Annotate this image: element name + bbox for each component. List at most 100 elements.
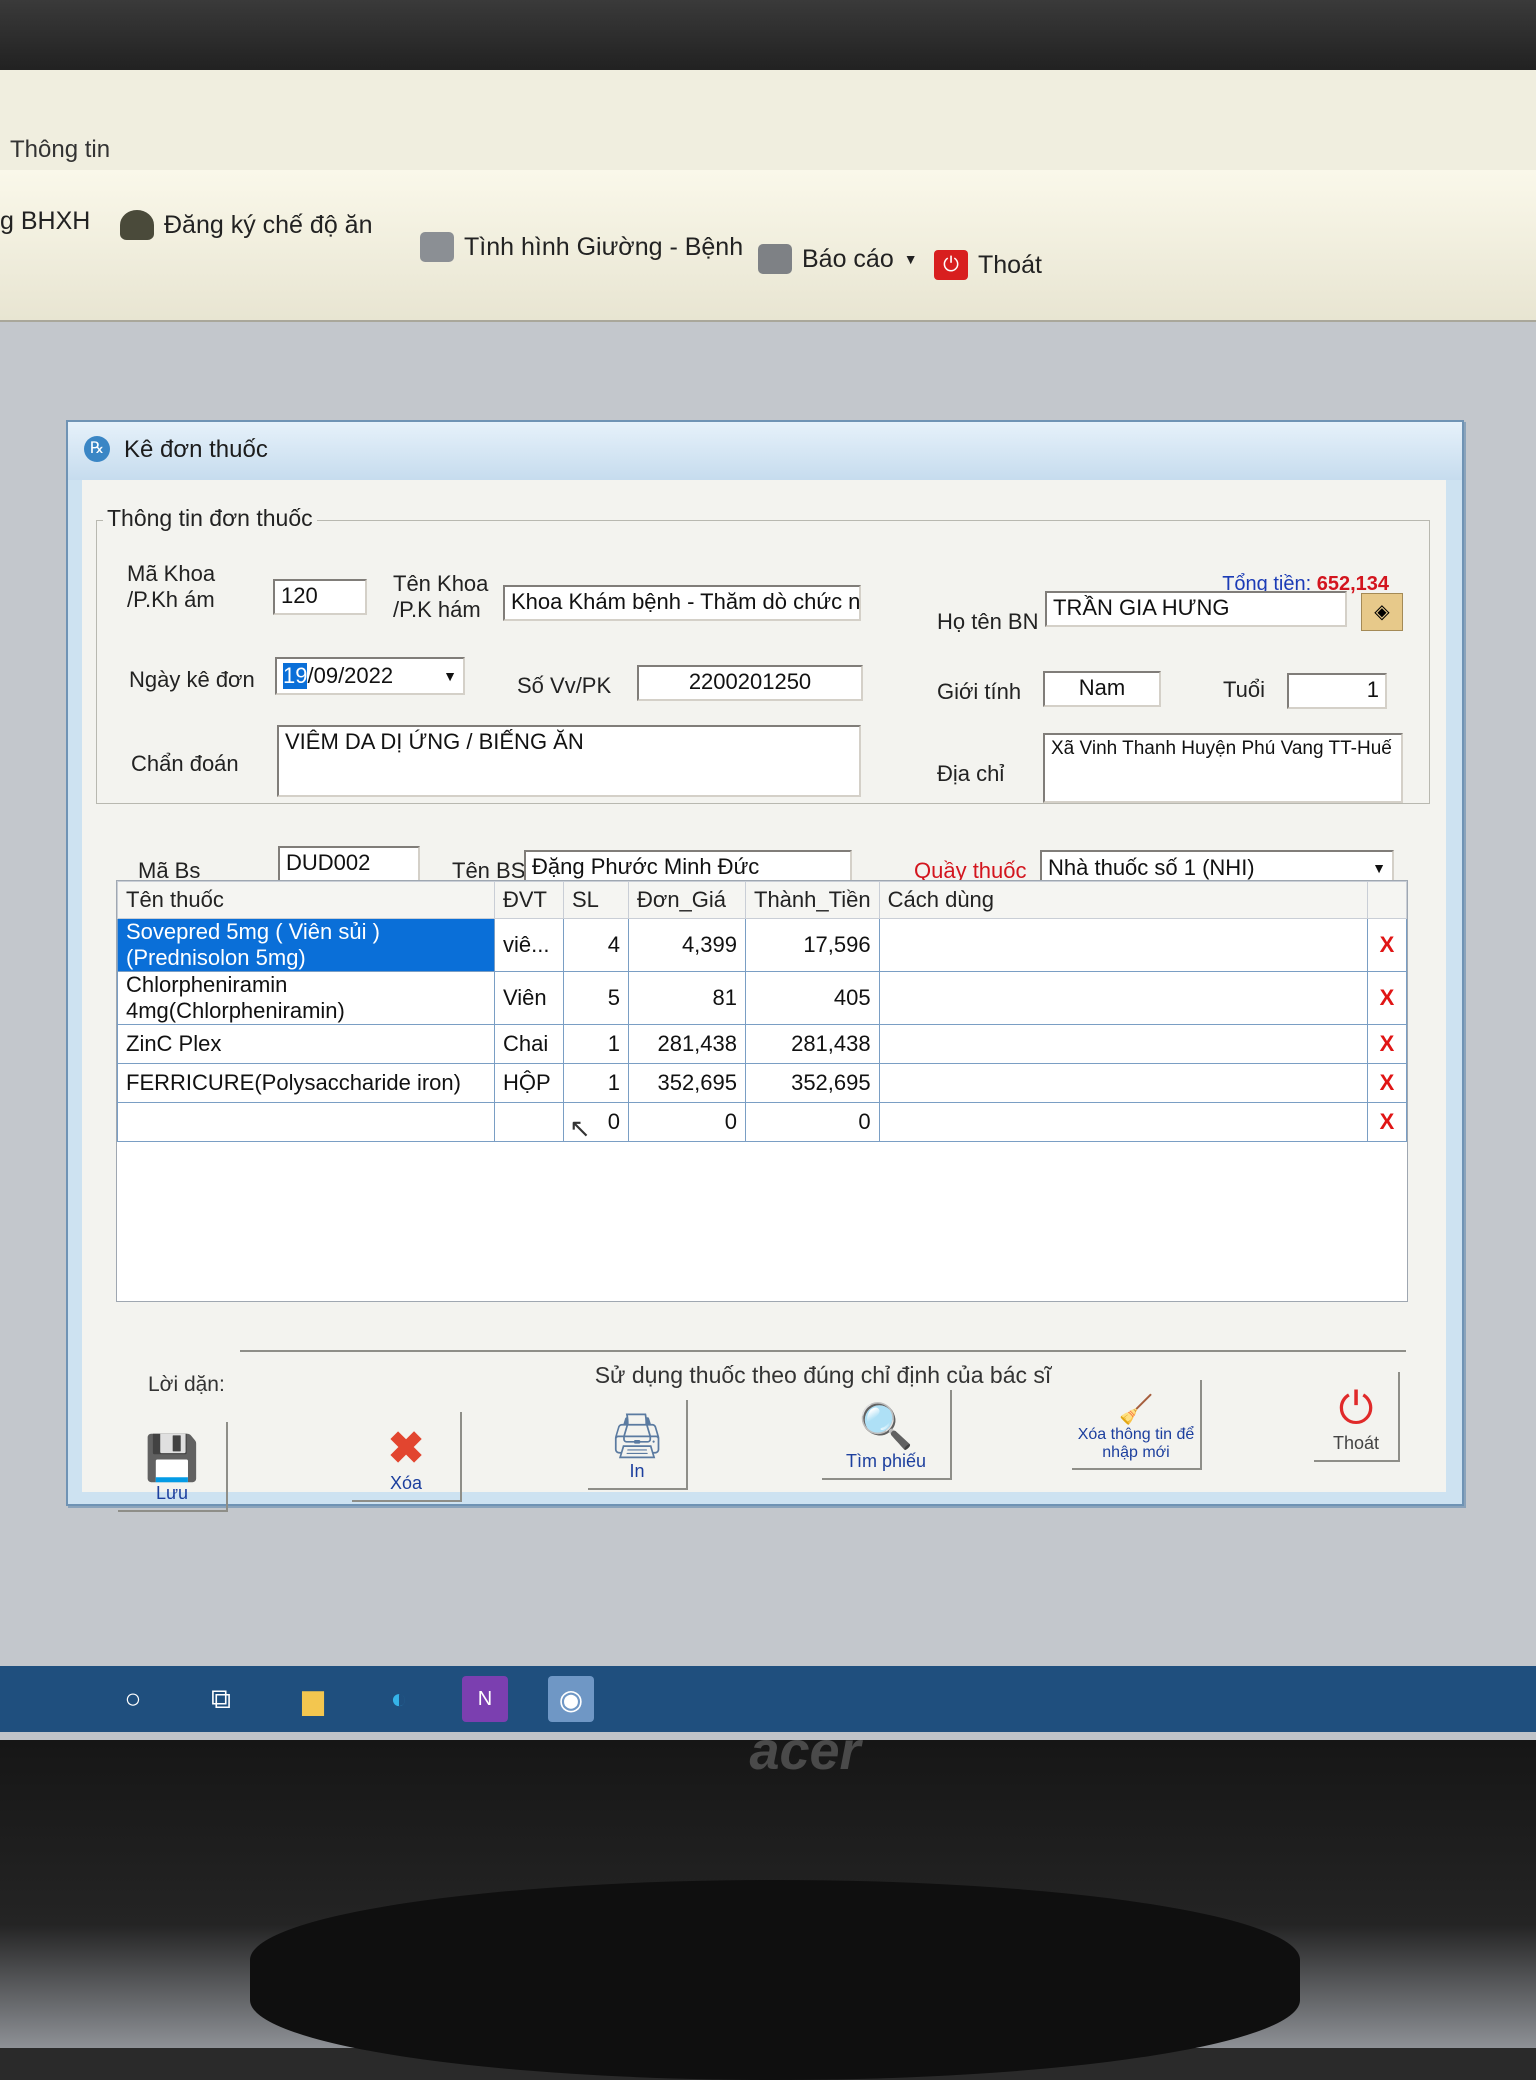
in-button[interactable]: 🖨 In (588, 1400, 688, 1490)
edge-browser-icon[interactable]: ◐ (376, 1676, 422, 1722)
cell-don-gia[interactable]: 4,399 (628, 918, 746, 972)
toolbar-thoat[interactable]: ⏻ Thoát (934, 240, 1042, 290)
xoa-button[interactable]: ✖ Xóa (352, 1412, 462, 1502)
monitor-stand (250, 1880, 1300, 2080)
cell-ten-thuoc[interactable]: Sovepred 5mg ( Viên sủi )(Prednisolon 5m… (117, 918, 495, 972)
toolbar-bao-cao[interactable]: Báo cáo ▼ (758, 234, 918, 284)
dia-chi-field[interactable]: Xã Vinh Thanh Huyện Phú Vang TT-Huế (1043, 733, 1403, 803)
calendar-dropdown-icon[interactable]: ▼ (443, 668, 457, 684)
power-icon: ⏻ (934, 250, 968, 280)
task-view-icon[interactable]: ⧉ (198, 1676, 244, 1722)
report-icon (758, 244, 792, 274)
luu-button[interactable]: 💾 Lưu (118, 1422, 228, 1512)
cell-dvt[interactable]: viê... (494, 918, 564, 972)
cell-sl[interactable]: 4 (563, 918, 629, 972)
delete-row-icon[interactable]: X (1367, 918, 1407, 972)
toolbar-tinh-hinh-giuong[interactable]: Tình hình Giường - Bệnh (420, 222, 743, 272)
hospital-app-icon[interactable]: ◉ (548, 1676, 594, 1722)
col-ten-thuoc[interactable]: Tên thuốc (117, 881, 495, 919)
power-icon: ⏻ (1338, 1384, 1374, 1433)
dialog-titlebar[interactable]: ℞ Kê đơn thuốc (68, 422, 1462, 480)
cell-cach-dung[interactable] (878, 1024, 1369, 1064)
table-row-new[interactable]: 0 0 0 X (117, 1102, 1407, 1142)
thoat-label: Thoát (1332, 1433, 1380, 1453)
col-sl[interactable]: SL (563, 881, 629, 919)
cell-ten-thuoc[interactable]: Chlorpheniramin 4mg(Chlorpheniramin) (117, 971, 495, 1025)
cell-cach-dung[interactable] (878, 918, 1369, 972)
cell-thanh-tien[interactable]: 281,438 (745, 1024, 880, 1064)
search-icon: 🔍 (858, 1402, 914, 1451)
table-row[interactable]: FERRICURE(Polysaccharide iron) HỘP 1 352… (117, 1063, 1407, 1103)
ma-khoa-field[interactable]: 120 (273, 579, 367, 615)
xoa-thong-tin-button[interactable]: 🧹 Xóa thông tin để nhập mới (1072, 1380, 1202, 1470)
food-icon (120, 210, 154, 240)
menu-thong-tin[interactable]: Thông tin (10, 136, 110, 164)
cortana-search-icon[interactable]: ○ (110, 1676, 156, 1722)
cell-thanh-tien[interactable]: 0 (745, 1102, 880, 1142)
delete-row-icon[interactable]: X (1367, 1024, 1407, 1064)
delete-row-icon[interactable]: X (1367, 1102, 1407, 1142)
patient-lookup-icon[interactable]: ◈ (1361, 593, 1403, 631)
delete-row-icon[interactable]: X (1367, 1063, 1407, 1103)
cell-dvt[interactable]: HỘP (494, 1063, 564, 1103)
mouse-cursor-icon: ↖ (569, 1113, 591, 1143)
col-thanh-tien[interactable]: Thành_Tiền (745, 881, 880, 919)
cell-sl[interactable]: 1 (563, 1063, 629, 1103)
cell-don-gia[interactable]: 352,695 (628, 1063, 746, 1103)
cell-thanh-tien[interactable]: 17,596 (745, 918, 880, 972)
cell-ten-thuoc[interactable]: ZinC Plex (117, 1024, 495, 1064)
cell-thanh-tien[interactable]: 352,695 (745, 1063, 880, 1103)
gioi-tinh-field[interactable]: Nam (1043, 671, 1161, 707)
cell-thanh-tien[interactable]: 405 (745, 971, 880, 1025)
cell-cach-dung[interactable] (878, 971, 1369, 1025)
tuoi-label: Tuổi (1223, 677, 1265, 702)
ho-ten-field[interactable]: TRẦN GIA HƯNG (1045, 591, 1347, 627)
monitor-top-bezel (0, 0, 1536, 80)
col-cach-dung[interactable]: Cách dùng (878, 881, 1369, 919)
cell-dvt[interactable]: Chai (494, 1024, 564, 1064)
onenote-icon[interactable]: N (462, 1676, 508, 1722)
file-explorer-icon[interactable]: ▆ (290, 1676, 336, 1722)
col-dvt[interactable]: ĐVT (494, 881, 564, 919)
date-day-selected: 19 (283, 663, 308, 689)
delete-row-icon[interactable]: X (1367, 971, 1407, 1025)
col-don-gia[interactable]: Đơn_Giá (628, 881, 746, 919)
dropdown-arrow-icon[interactable]: ▼ (904, 251, 918, 267)
cell-don-gia[interactable]: 81 (628, 971, 746, 1025)
thoat-button[interactable]: ⏻ Thoát (1314, 1372, 1400, 1462)
toolbar-bhxh[interactable]: g BHXH (0, 196, 90, 246)
cell-don-gia[interactable]: 281,438 (628, 1024, 746, 1064)
ngay-ke-don-field[interactable]: 19/09/2022 ▼ (275, 657, 465, 695)
so-vv-label: Số Vv/PK (517, 673, 612, 698)
toolbar-bao-cao-label: Báo cáo (802, 244, 894, 273)
col-delete (1367, 881, 1407, 919)
cell-sl[interactable]: 5 (563, 971, 629, 1025)
table-row[interactable]: Sovepred 5mg ( Viên sủi )(Prednisolon 5m… (117, 918, 1407, 972)
tim-phieu-button[interactable]: 🔍 Tìm phiếu (822, 1390, 952, 1480)
cell-dvt[interactable]: Viên (494, 971, 564, 1025)
cell-ten-thuoc[interactable]: FERRICURE(Polysaccharide iron) (117, 1063, 495, 1103)
ten-khoa-field[interactable]: Khoa Khám bệnh - Thăm dò chức n (503, 585, 861, 621)
dialog-client: Thông tin đơn thuốc Tổng tiền: 652,134 M… (82, 480, 1446, 1512)
xoa-thong-tin-label: Xóa thông tin để nhập mới (1077, 1426, 1195, 1461)
cell-cach-dung[interactable] (878, 1102, 1369, 1142)
in-label: In (629, 1461, 645, 1481)
table-row[interactable]: ZinC Plex Chai 1 281,438 281,438 X (117, 1024, 1407, 1064)
cell-cach-dung[interactable] (878, 1063, 1369, 1103)
luu-label: Lưu (155, 1483, 189, 1503)
ten-khoa-label: Tên Khoa /P.K hám (393, 571, 489, 622)
table-row[interactable]: Chlorpheniramin 4mg(Chlorpheniramin) Viê… (117, 971, 1407, 1025)
cell-don-gia[interactable]: 0 (628, 1102, 746, 1142)
cell-dvt[interactable] (494, 1102, 564, 1142)
chevron-down-icon[interactable]: ▼ (1372, 860, 1386, 876)
dialog-title: Kê đơn thuốc (124, 436, 268, 463)
ngay-ke-don-label: Ngày kê đơn (129, 667, 255, 692)
toolbar-dang-ky-che-do-an[interactable]: Đăng ký chế độ ăn (120, 200, 372, 250)
xoa-label: Xóa (389, 1473, 423, 1493)
ma-bs-field[interactable]: DUD002 (278, 846, 420, 882)
chan-doan-field[interactable]: VIÊM DA DỊ ỨNG / BIẾNG ĂN (277, 725, 861, 797)
tuoi-field[interactable]: 1 (1287, 673, 1387, 709)
cell-sl[interactable]: 1 (563, 1024, 629, 1064)
cell-ten-thuoc[interactable] (117, 1102, 495, 1142)
so-vv-field[interactable]: 2200201250 (637, 665, 863, 701)
